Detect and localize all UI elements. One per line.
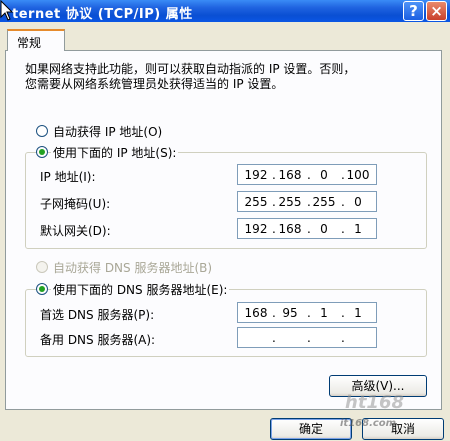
ip-octet-4[interactable]: 100 [344,168,372,182]
pdns-octet-3[interactable]: 1 [310,306,338,320]
gateway-octet-4[interactable]: 1 [344,222,372,236]
auto-dns-label[interactable]: 自动获得 DNS 服务器地址(B) [53,259,212,276]
ip-address-label: IP 地址(I): [40,170,96,184]
manual-dns-radio[interactable] [36,283,48,295]
window-title: ternet 协议 (TCP/IP) 属性 [12,7,193,22]
mask-octet-1[interactable]: 255 [242,195,270,209]
watermark-site: it168.com [340,418,397,429]
auto-ip-label[interactable]: 自动获得 IP 地址(O) [53,123,162,140]
preferred-dns-input[interactable]: 168 . 95 . 1 . 1 [237,302,377,323]
pdns-octet-1[interactable]: 168 [242,306,270,320]
subnet-mask-label: 子网掩码(U): [40,197,111,211]
octet-separator: . [341,331,345,345]
gateway-octet-2[interactable]: 168 [276,222,304,236]
ip-octet-2[interactable]: 168 [276,168,304,182]
watermark-logo: ht168 [345,392,404,413]
ip-octet-3[interactable]: 0 [310,168,338,182]
manual-ip-label[interactable]: 使用下面的 IP 地址(S): [51,144,179,161]
subnet-mask-input[interactable]: 255 . 255 . 255 . 0 [237,191,377,212]
manual-ip-radio-dot [39,149,45,155]
pdns-octet-2[interactable]: 95 [276,306,304,320]
default-gateway-label: 默认网关(D): [40,224,111,238]
auto-ip-radio[interactable] [36,125,48,137]
preferred-dns-label: 首选 DNS 服务器(P): [40,308,155,322]
mask-octet-4[interactable]: 0 [344,195,372,209]
tab-general-label: 常规 [17,36,42,50]
mouse-pointer-icon [0,0,14,21]
pdns-octet-4[interactable]: 1 [344,306,372,320]
octet-separator: . [307,331,311,345]
octet-separator: . [272,331,276,345]
manual-dns-label[interactable]: 使用下面的 DNS 服务器地址(E): [51,281,230,298]
gateway-octet-1[interactable]: 192 [242,222,270,236]
alternate-dns-label: 备用 DNS 服务器(A): [40,333,156,347]
auto-dns-radio[interactable] [36,261,48,273]
manual-dns-radio-dot [39,286,45,292]
description-text: 如果网络支持此功能，则可以获取自动指派的 IP 设置。否则， 您需要从网络系统管… [25,62,356,91]
ip-address-input[interactable]: 192 . 168 . 0 . 100 [237,164,377,185]
gateway-octet-3[interactable]: 0 [310,222,338,236]
tab-general[interactable]: 常规 [7,29,65,51]
title-bar[interactable]: ternet 协议 (TCP/IP) 属性 ? × [0,0,450,22]
default-gateway-input[interactable]: 192 . 168 . 0 . 1 [237,218,377,239]
ip-octet-1[interactable]: 192 [242,168,270,182]
manual-ip-radio[interactable] [36,146,48,158]
close-button[interactable]: × [426,1,447,21]
mask-octet-3[interactable]: 255 [310,195,338,209]
help-button[interactable]: ? [403,1,424,21]
alternate-dns-input[interactable]: . . . [237,327,377,348]
mask-octet-2[interactable]: 255 [276,195,304,209]
